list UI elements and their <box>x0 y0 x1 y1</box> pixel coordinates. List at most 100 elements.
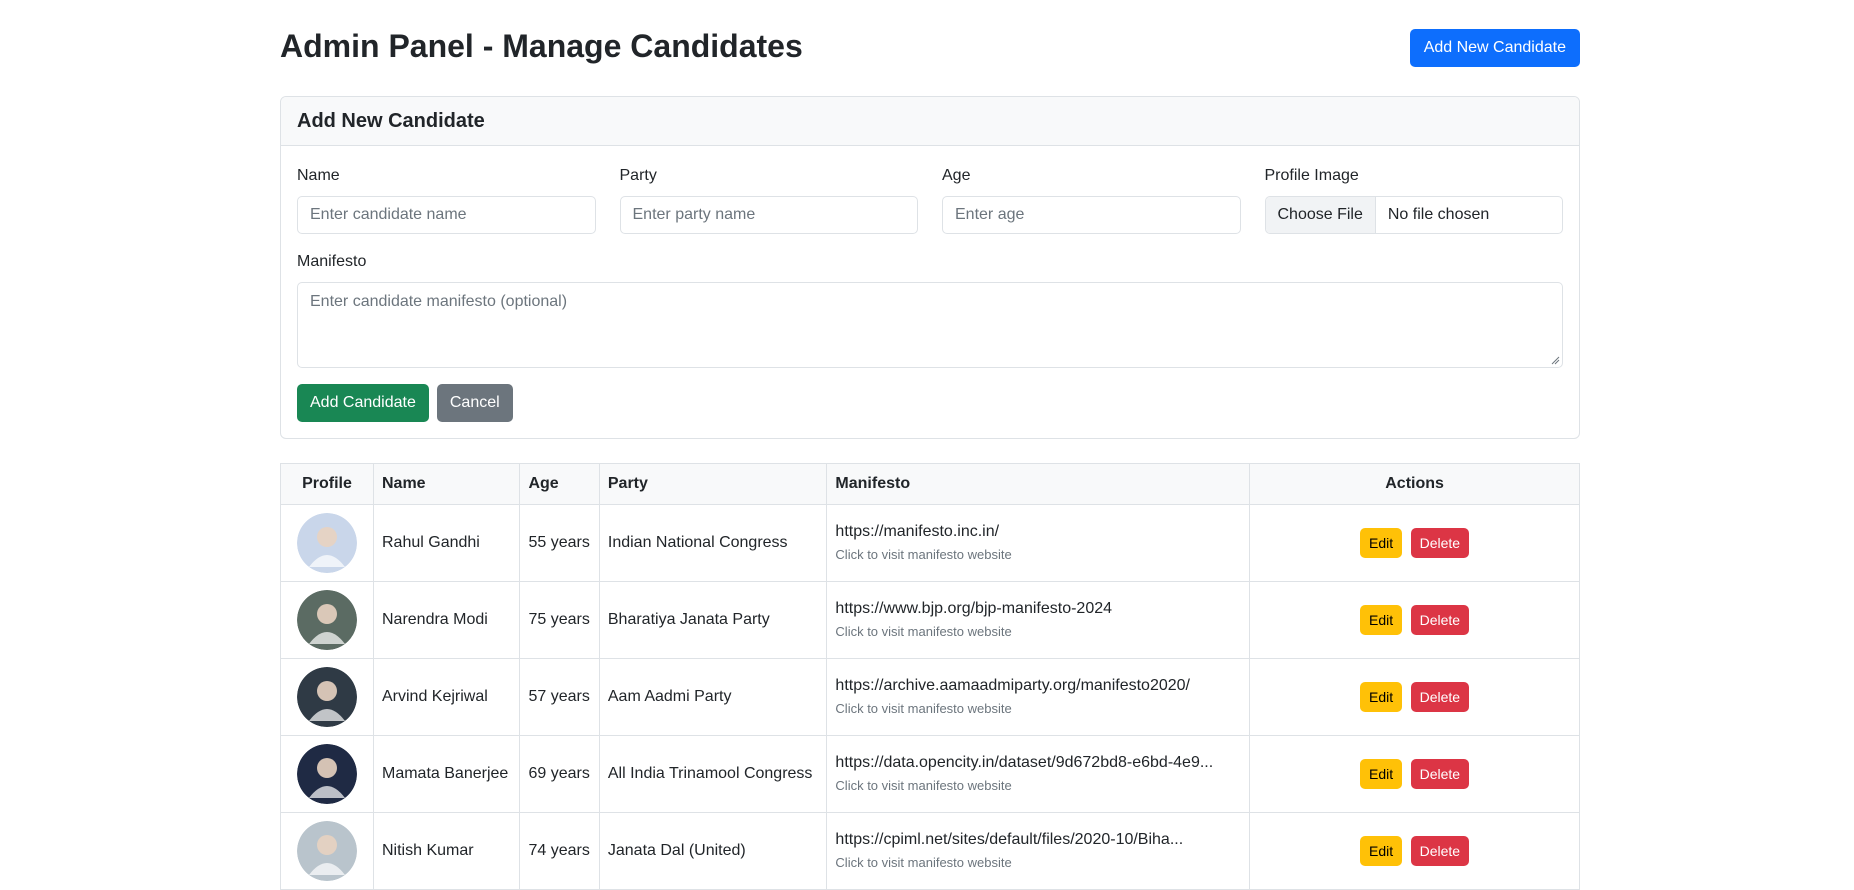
column-header-party: Party <box>598 463 828 505</box>
manifesto-link[interactable]: https://archive.aamaadmiparty.org/manife… <box>835 676 1241 696</box>
manifesto-textarea[interactable]: Enter candidate manifesto (optional) <box>297 282 1563 368</box>
manifesto-group: Manifesto Enter candidate manifesto (opt… <box>297 252 1563 368</box>
age-label: Age <box>942 167 971 184</box>
candidate-name: Rahul Gandhi <box>372 504 521 582</box>
party-label: Party <box>619 167 657 184</box>
column-header-actions: Actions <box>1249 463 1580 505</box>
actions-cell: Edit Delete <box>1249 812 1580 890</box>
edit-button[interactable]: Edit <box>1360 759 1403 789</box>
candidate-age: 74 years <box>519 812 600 890</box>
page-title: Admin Panel - Manage Candidates <box>280 28 803 64</box>
column-header-name: Name <box>372 463 521 505</box>
actions-cell: Edit Delete <box>1249 735 1580 813</box>
edit-button[interactable]: Edit <box>1360 605 1403 635</box>
delete-button[interactable]: Delete <box>1410 836 1470 866</box>
candidate-name: Mamata Banerjee <box>372 735 521 813</box>
candidate-party: Aam Aadmi Party <box>598 658 828 736</box>
party-group: Party Enter party name <box>619 166 918 234</box>
table-body: Rahul Gandhi 55 years Indian National Co… <box>280 504 1580 890</box>
add-new-candidate-button[interactable]: Add New Candidate <box>1409 29 1580 67</box>
profile-cell <box>280 735 374 813</box>
manifesto-hint: Click to visit manifesto website <box>835 701 1012 716</box>
form-card-header: Add New Candidate <box>281 97 1579 146</box>
avatar <box>297 821 357 881</box>
candidate-party: Janata Dal (United) <box>598 812 828 890</box>
actions-cell: Edit Delete <box>1249 658 1580 736</box>
manifesto-link[interactable]: https://data.opencity.in/dataset/9d672bd… <box>835 753 1241 773</box>
table-row: Nitish Kumar 74 years Janata Dal (United… <box>280 812 1580 890</box>
profile-cell <box>280 581 374 659</box>
avatar <box>297 667 357 727</box>
delete-button[interactable]: Delete <box>1410 682 1470 712</box>
delete-button[interactable]: Delete <box>1410 605 1470 635</box>
candidate-party: Bharatiya Janata Party <box>598 581 828 659</box>
avatar-head <box>317 681 337 701</box>
add-candidate-form-card: Add New Candidate Name Enter candidate n… <box>280 96 1580 439</box>
profile-cell <box>280 812 374 890</box>
edit-button[interactable]: Edit <box>1360 836 1403 866</box>
manifesto-cell: https://archive.aamaadmiparty.org/manife… <box>826 658 1251 736</box>
avatar-head <box>317 527 337 547</box>
column-header-manifesto: Manifesto <box>826 463 1251 505</box>
form-actions: Add Candidate Cancel <box>297 384 1563 422</box>
manifesto-cell: https://www.bjp.org/bjp-manifesto-2024 C… <box>826 581 1251 659</box>
column-header-age: Age <box>519 463 600 505</box>
candidate-name: Arvind Kejriwal <box>372 658 521 736</box>
manifesto-link[interactable]: https://cpiml.net/sites/default/files/20… <box>835 830 1241 850</box>
table-row: Narendra Modi 75 years Bharatiya Janata … <box>280 581 1580 659</box>
candidate-age: 57 years <box>519 658 600 736</box>
manifesto-hint: Click to visit manifesto website <box>835 855 1012 870</box>
name-input[interactable]: Enter candidate name <box>297 196 596 234</box>
profile-image-group: Profile Image Choose File No file chosen <box>1264 166 1563 234</box>
manifesto-link[interactable]: https://www.bjp.org/bjp-manifesto-2024 <box>835 599 1241 619</box>
candidates-table-wrapper: Profile Name Age Party Manifesto Actions… <box>280 463 1580 890</box>
table-header-row: Profile Name Age Party Manifesto Actions <box>280 463 1580 505</box>
table-row: Rahul Gandhi 55 years Indian National Co… <box>280 504 1580 582</box>
column-header-profile: Profile <box>280 463 374 505</box>
manifesto-label: Manifesto <box>297 253 367 270</box>
page-header: Admin Panel - Manage Candidates Add New … <box>280 0 1580 96</box>
file-status-text: No file chosen <box>1387 206 1490 223</box>
manifesto-cell: https://cpiml.net/sites/default/files/20… <box>826 812 1251 890</box>
manifesto-link[interactable]: https://manifesto.inc.in/ <box>835 522 1241 542</box>
party-input[interactable]: Enter party name <box>619 196 918 234</box>
manifesto-cell: https://data.opencity.in/dataset/9d672bd… <box>826 735 1251 813</box>
candidate-name: Nitish Kumar <box>372 812 521 890</box>
avatar <box>297 744 357 804</box>
cancel-button[interactable]: Cancel <box>436 384 513 422</box>
manifesto-cell: https://manifesto.inc.in/ Click to visit… <box>826 504 1251 582</box>
form-row: Name Enter candidate name Party Enter pa… <box>297 166 1563 234</box>
form-title: Add New Candidate <box>297 109 485 132</box>
profile-cell <box>280 658 374 736</box>
avatar <box>297 513 357 573</box>
manifesto-hint: Click to visit manifesto website <box>835 624 1012 639</box>
main-container: Admin Panel - Manage Candidates Add New … <box>280 0 1580 890</box>
manifesto-hint: Click to visit manifesto website <box>835 778 1012 793</box>
delete-button[interactable]: Delete <box>1410 759 1470 789</box>
candidate-age: 69 years <box>519 735 600 813</box>
candidate-party: Indian National Congress <box>598 504 828 582</box>
age-group: Age Enter age <box>942 166 1241 234</box>
table-row: Mamata Banerjee 69 years All India Trina… <box>280 735 1580 813</box>
actions-cell: Edit Delete <box>1249 581 1580 659</box>
edit-button[interactable]: Edit <box>1360 528 1403 558</box>
candidate-party: All India Trinamool Congress <box>598 735 828 813</box>
candidates-table: Profile Name Age Party Manifesto Actions… <box>280 463 1580 890</box>
manifesto-placeholder: Enter candidate manifesto (optional) <box>310 293 568 310</box>
form-card-body: Name Enter candidate name Party Enter pa… <box>281 146 1579 438</box>
profile-cell <box>280 504 374 582</box>
edit-button[interactable]: Edit <box>1360 682 1403 712</box>
actions-cell: Edit Delete <box>1249 504 1580 582</box>
avatar-head <box>317 604 337 624</box>
candidate-age: 55 years <box>519 504 600 582</box>
choose-file-button[interactable]: Choose File <box>1265 197 1376 233</box>
delete-button[interactable]: Delete <box>1410 528 1470 558</box>
age-input[interactable]: Enter age <box>942 196 1241 234</box>
add-candidate-button[interactable]: Add Candidate <box>297 384 429 422</box>
name-label: Name <box>297 167 340 184</box>
table-row: Arvind Kejriwal 57 years Aam Aadmi Party… <box>280 658 1580 736</box>
manifesto-hint: Click to visit manifesto website <box>835 547 1012 562</box>
resize-grip-icon[interactable] <box>1550 355 1560 365</box>
profile-image-file-input[interactable]: Choose File No file chosen <box>1264 196 1563 234</box>
name-group: Name Enter candidate name <box>297 166 596 234</box>
